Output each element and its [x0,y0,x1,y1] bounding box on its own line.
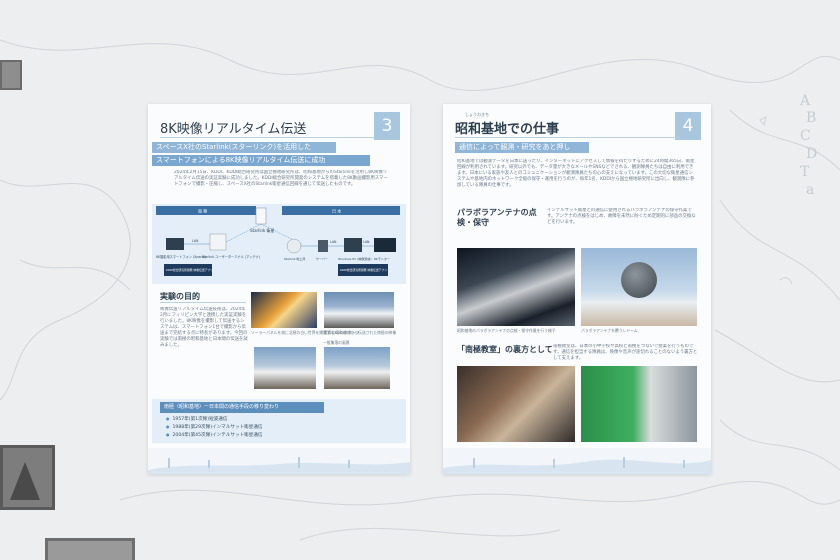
diagram-left-item-1: 8K撮影用スマートフォン (Xperia) [156,254,206,259]
intro-paragraph: 昭和基地では観測データを日本に送ったり、インターネットにアクセスして情報を得たり… [457,159,695,188]
diagram-left-item-2: Starlink ユーザーターミナル (アンテナ) [202,254,260,259]
highlight-bar: 通信によって観測・研究をあと押し [455,142,589,153]
photo-classroom-crowd [457,366,575,442]
bottom-silhouette-decoration [443,448,711,474]
diagram-link-label-3: LAN [363,240,370,244]
panel-number-badge: 4 [675,112,701,140]
diagram-right-item-4: 8Kモニター [374,256,390,261]
svg-text:T: T [800,164,810,180]
history-item-1: 1957年(第1次隊)短波通信 [166,416,228,422]
intro-paragraph: 2024年2月15日、KDDI、KDDI総合研究所は国立極地研究所は、昭和基地か… [174,170,388,187]
purpose-paragraph: 映像伝送リアルタイム伝送技術は、2024年2月にフィリピン大学と連携した実証実験… [160,307,248,348]
photo-classroom-greenscreen [581,366,697,442]
pc-icon [344,238,362,252]
highlight-bar-2: スマートフォンによる8K映像リアルタイム伝送に成功 [152,155,370,166]
history-item-2: 1988年(第29次隊)インマルサット衛星通信 [166,424,263,430]
photo-radome [581,248,697,326]
diagram-right-header: 日 本 [332,208,341,214]
title-underline [455,137,680,138]
history-item-3: 2004年(第45次隊)インテルサット衛星通信 [166,432,263,438]
photo-antenna-maintenance [457,248,575,326]
diagram-right-item-2: サーバー [316,256,328,261]
starlink-satellite-icon [255,207,267,225]
bottom-silhouette-decoration [148,448,410,474]
monitor-icon [374,238,396,252]
photo-monitor-left [254,347,316,389]
photo-antarctic-snow [324,292,394,328]
map-wall-background: A B C D T a [0,0,840,560]
diagram-left-box: KDDI総合研究所開発 映像伝送アプリ [166,268,213,272]
panel-showa-work: しょうわきち 昭和基地での仕事 4 通信によって観測・研究をあと押し 昭和基地で… [443,104,711,474]
section-antenna-heading: パラボラアンテナの点検・保守 [457,208,537,227]
diagram-left-header: 南 極 [198,208,207,214]
svg-text:a: a [806,182,814,198]
caption-radome: パラボラアンテナを覆うレドーム [581,328,638,333]
diagram-right-item-3: Windows PC (映像受信) [338,256,372,261]
title-underline [160,137,375,138]
photo-caption-2: 実際に昭和基地から伝送された南極の映像 [324,330,397,335]
radome-dome [621,262,657,298]
history-title: 南極〈昭和基地〉ー日本間の通信手段の移り変わり [160,402,324,413]
svg-text:C: C [800,128,811,144]
svg-text:D: D [806,146,817,162]
photo-solar-panel [251,292,317,328]
photo-monitor-right [324,347,390,389]
panel-title: 8K映像リアルタイム伝送 [160,122,307,137]
purpose-underline [160,302,246,303]
photo-caption-3: 一般集落の風景 [323,340,350,345]
ground-station-icon [286,238,302,254]
panel-8k-transmission: 8K映像リアルタイム伝送 3 スペースX社のStarlink(スターリンク)を活… [148,104,410,474]
diagram-right-box: KDDI総合研究所開発 映像伝送アプリ [340,268,387,272]
section-classroom-heading: 「南極教室」の裏方として [457,345,553,354]
svg-text:A: A [799,93,811,109]
purpose-heading: 実験の目的 [160,292,200,301]
highlight-bar-1: スペースX社のStarlink(スターリンク)を活用した [152,142,336,153]
diagram-link-label-1: LAN [192,239,199,243]
transmission-diagram: 南 極 日 本 Starlink 衛星 8K撮影用スマートフォン (Xperia… [152,204,406,284]
section-classroom-text: 南極教室は、日本の小中学校や高校と南極をつないで授業を行うものです。通信を担当す… [553,344,698,361]
server-icon [318,240,328,252]
caption-antenna: 昭和基地のパラボラアンテナの点検・保守作業を行う様子 [457,328,556,333]
svg-text:B: B [806,110,816,126]
antenna-terminal-icon [209,233,227,251]
panel-title: 昭和基地での仕事 [455,122,560,137]
diagram-right-item-1: Starlink 地上局 [284,256,305,261]
diagram-link-label-2: LAN [330,240,337,244]
smartphone-icon [166,238,184,250]
section-antenna-text: インテルサット衛星との通信に使用されるパラボラアンテナの保守作業です。アンテナの… [547,208,696,225]
panel-number-badge: 3 [374,112,400,140]
